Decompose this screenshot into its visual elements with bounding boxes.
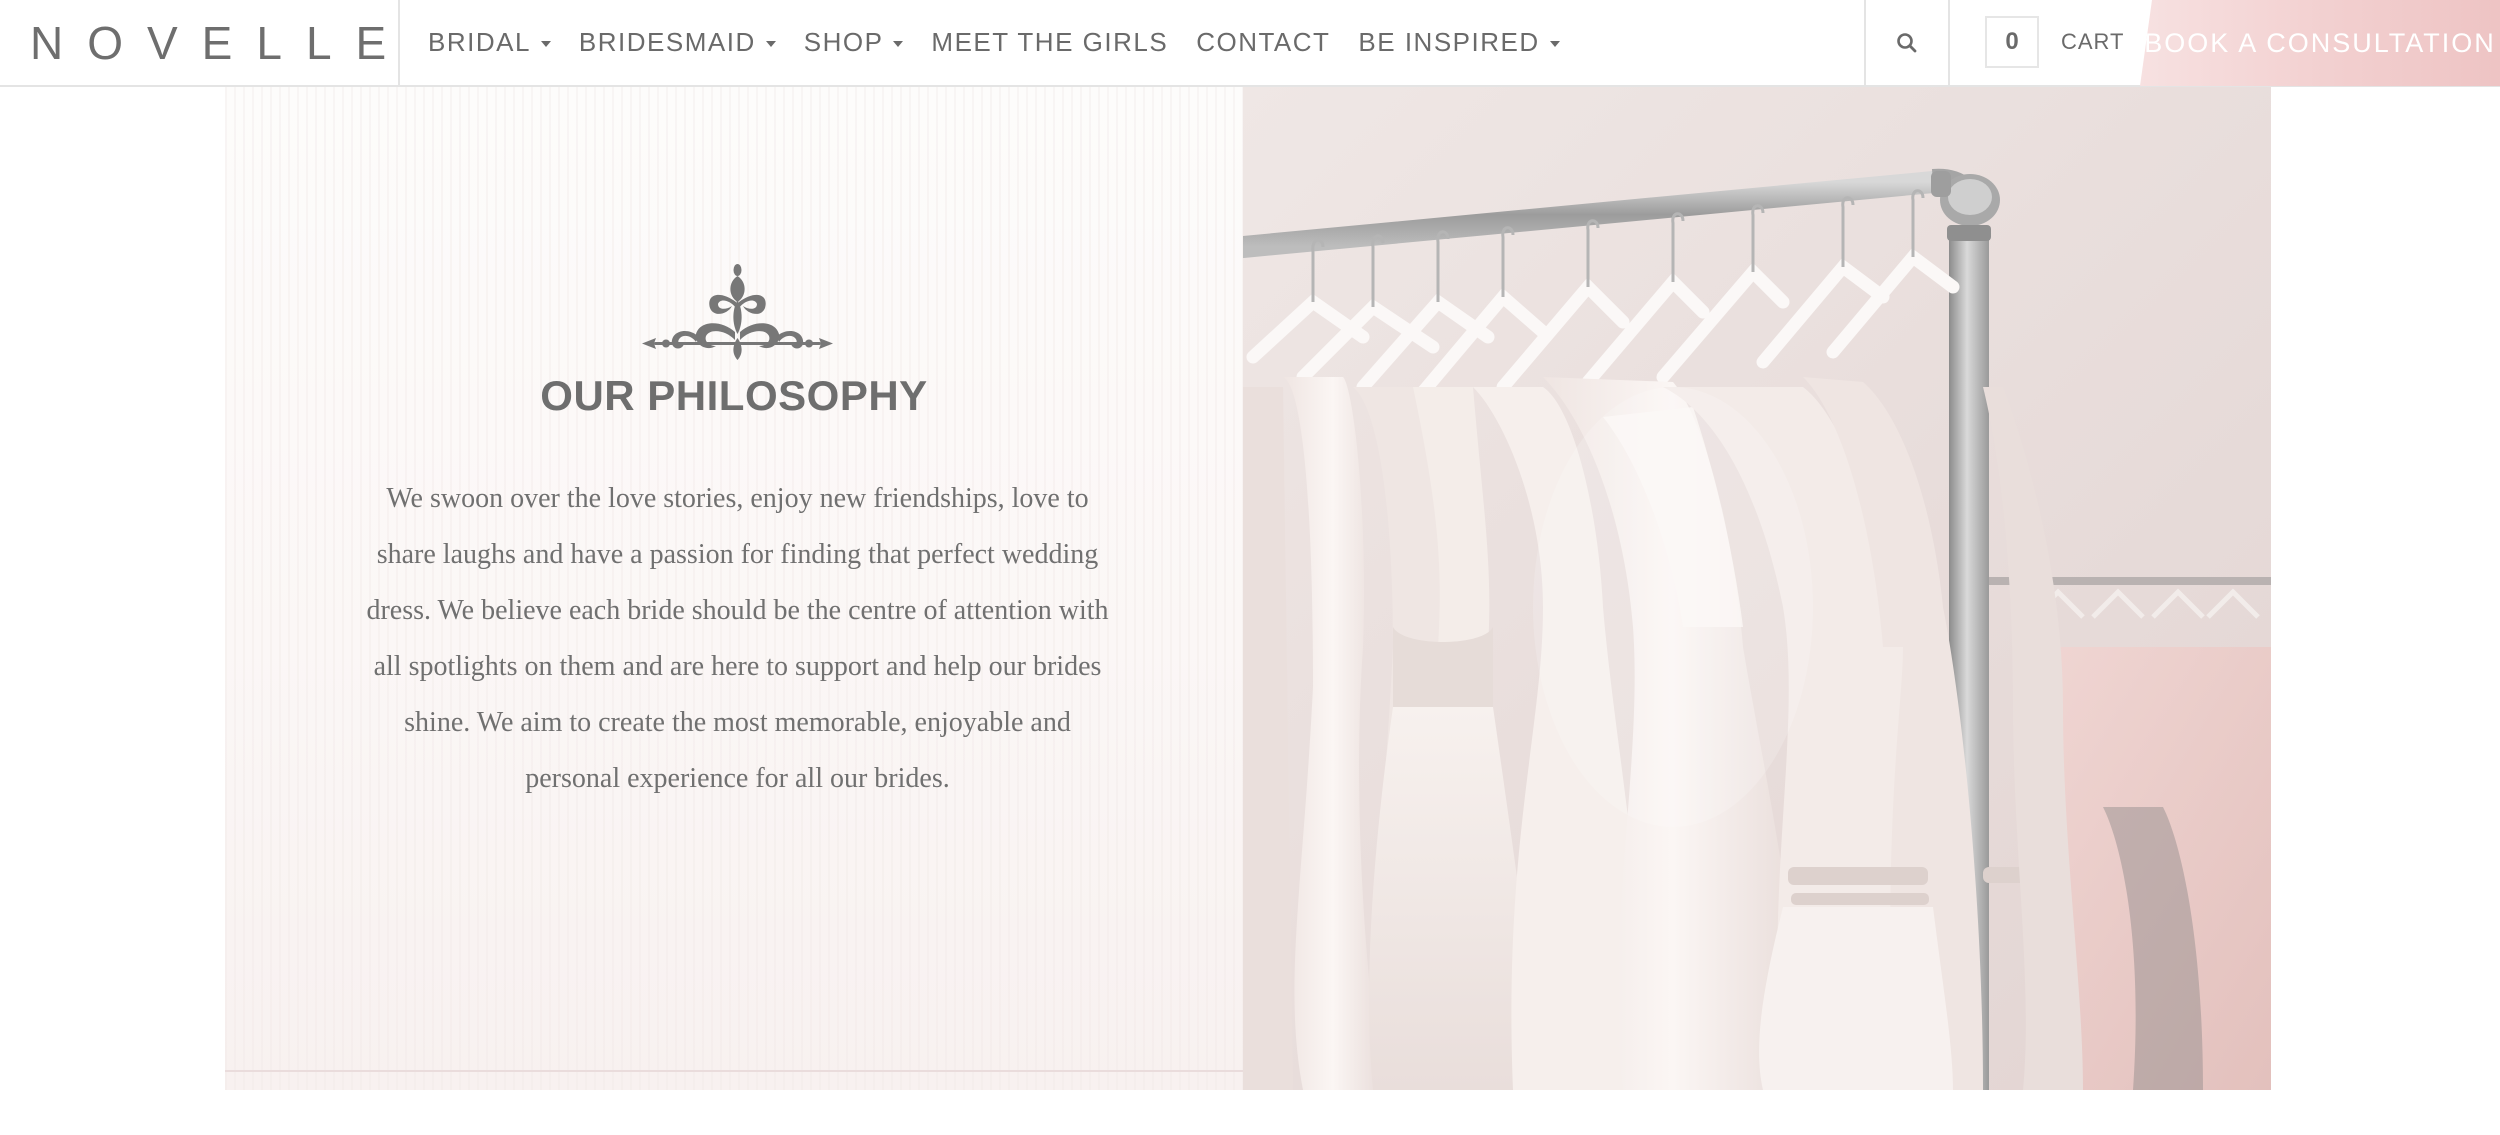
cart-count-badge: 0 bbox=[1985, 16, 2039, 68]
nav-item-bridesmaid[interactable]: BRIDESMAID bbox=[579, 27, 776, 58]
nav-item-bridal[interactable]: BRIDAL bbox=[428, 27, 551, 58]
caret-down-icon bbox=[765, 40, 776, 47]
nav-item-label: BRIDESMAID bbox=[578, 27, 756, 57]
philosophy-panel: OUR PHILOSOPHY We swoon over the love st… bbox=[225, 87, 1243, 1090]
caret-down-icon bbox=[540, 40, 551, 47]
philosophy-paragraph: We swoon over the love stories, enjoy ne… bbox=[366, 483, 1109, 794]
dress-rack-illustration bbox=[1243, 87, 2271, 1090]
nav-item-be-inspired[interactable]: BE INSPIRED bbox=[1358, 27, 1560, 58]
search-button[interactable] bbox=[1864, 0, 1950, 85]
divider bbox=[225, 1070, 1243, 1072]
main-nav: BRIDAL BRIDESMAID SHOP MEET THE GIRLS CO… bbox=[428, 0, 1588, 85]
section-title: OUR PHILOSOPHY bbox=[540, 372, 928, 419]
site-header: NOVELLE BRIDAL BRIDESMAID SHOP MEET THE … bbox=[0, 0, 2500, 87]
nav-item-label: SHOP bbox=[803, 27, 884, 57]
book-consultation-button[interactable]: BOOK A CONSULTATION bbox=[2140, 0, 2500, 86]
nav-item-contact[interactable]: CONTACT bbox=[1196, 27, 1330, 58]
cart-label: CART bbox=[2061, 29, 2125, 54]
nav-item-label: MEET THE GIRLS bbox=[931, 27, 1169, 57]
nav-item-meet-the-girls[interactable]: MEET THE GIRLS bbox=[931, 27, 1168, 58]
wedding-dresses-photo bbox=[1243, 87, 2271, 1090]
nav-item-label: BRIDAL bbox=[428, 27, 531, 57]
brand-logo[interactable]: NOVELLE bbox=[0, 0, 400, 85]
nav-item-shop[interactable]: SHOP bbox=[804, 27, 904, 58]
caret-down-icon bbox=[1549, 40, 1560, 47]
fleur-ornament-icon bbox=[642, 264, 833, 360]
search-icon bbox=[1897, 32, 1917, 52]
caret-down-icon bbox=[893, 40, 904, 47]
nav-item-label: BE INSPIRED bbox=[1358, 27, 1540, 57]
nav-item-label: CONTACT bbox=[1196, 27, 1331, 57]
cart-link[interactable]: 0 CART bbox=[1985, 16, 2125, 68]
